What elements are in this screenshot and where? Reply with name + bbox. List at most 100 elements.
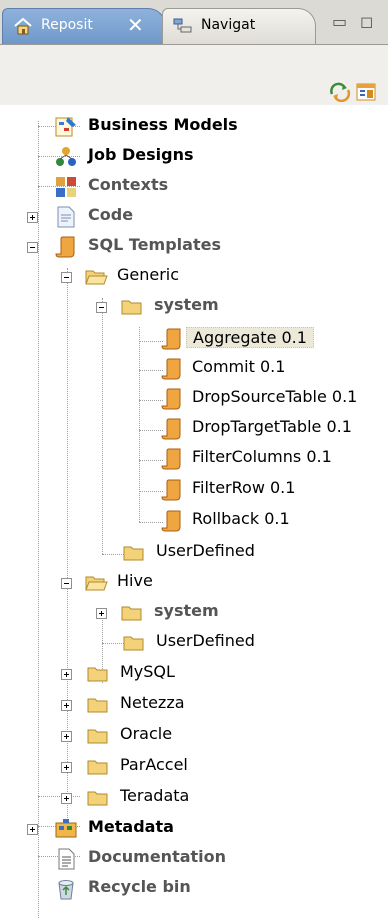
tab-navigator[interactable]: Navigat — [162, 8, 316, 44]
tree-item-mysql[interactable]: MySQL — [0, 660, 388, 690]
tree-item-label: Hive — [117, 571, 153, 590]
tree-item-label: FilterColumns 0.1 — [192, 447, 332, 466]
tab-label: Reposit — [41, 17, 93, 33]
tree-item-hive-userdefined[interactable]: UserDefined — [0, 629, 388, 659]
tree-item-label: Netezza — [120, 693, 185, 712]
tree-item-label: Aggregate 0.1 — [186, 327, 314, 348]
sql-templates-icon — [55, 236, 75, 258]
tree-item-paraccel[interactable]: ParAccel — [0, 753, 388, 783]
collapse-icon[interactable] — [61, 578, 72, 589]
tree-item-label: UserDefined — [156, 631, 255, 650]
expand-icon[interactable] — [61, 669, 72, 680]
tree-item-label: Contexts — [88, 175, 169, 194]
folder-icon — [87, 791, 108, 806]
documentation-icon — [58, 848, 75, 870]
tree-item-filter-columns[interactable]: FilterColumns 0.1 — [0, 445, 388, 475]
folder-icon — [87, 760, 108, 775]
tree-item-label: Teradata — [120, 786, 190, 805]
tree-item-label: SQL Templates — [88, 235, 221, 254]
tree-item-label: Commit 0.1 — [192, 357, 286, 376]
tree-item-documentation[interactable]: Documentation — [0, 845, 388, 875]
tree-item-label: MySQL — [120, 662, 175, 681]
tree-item-label: Job Designs — [88, 145, 194, 164]
expand-icon[interactable] — [96, 608, 107, 619]
tree-item-recycle-bin[interactable]: Recycle bin — [0, 875, 388, 905]
collapse-icon[interactable] — [96, 302, 107, 313]
view-menu-icon[interactable] — [356, 82, 378, 102]
expand-icon[interactable] — [61, 700, 72, 711]
folder-icon — [87, 729, 108, 744]
repository-home-icon — [14, 17, 32, 35]
recycle-bin-icon — [58, 880, 74, 900]
tree-item-label: Metadata — [88, 817, 174, 836]
close-icon[interactable]: ✕ — [127, 13, 144, 37]
expand-icon[interactable] — [27, 212, 38, 223]
tree-item-label: Business Models — [88, 115, 238, 134]
tree-item-business-models[interactable]: Business Models — [0, 113, 388, 143]
code-icon — [57, 206, 75, 228]
tree-item-system[interactable]: system — [0, 293, 388, 323]
sql-template-icon — [161, 358, 181, 380]
view-tab-bar: Reposit ✕ Navigat ▭ ◻ — [0, 0, 388, 45]
tree-item-label: Code — [88, 205, 134, 224]
tree-item-hive-system[interactable]: system — [0, 599, 388, 629]
tree-item-generic[interactable]: Generic — [0, 263, 388, 293]
contexts-icon — [56, 177, 76, 197]
tree-item-label: Recycle bin — [88, 877, 191, 896]
folder-icon — [123, 546, 144, 561]
tree-item-label: Rollback 0.1 — [192, 509, 290, 528]
minimize-icon[interactable]: ▭ — [332, 12, 347, 31]
tree-item-sql-templates[interactable]: SQL Templates — [0, 233, 388, 263]
folder-open-icon — [85, 576, 108, 591]
tree-item-commit[interactable]: Commit 0.1 — [0, 355, 388, 385]
tree-item-label: Documentation — [88, 847, 227, 866]
tree-item-drop-source-table[interactable]: DropSourceTable 0.1 — [0, 385, 388, 415]
tree-item-rollback[interactable]: Rollback 0.1 — [0, 507, 388, 537]
tree-item-netezza[interactable]: Netezza — [0, 691, 388, 721]
tree-item-label: UserDefined — [156, 541, 255, 560]
job-designs-icon — [56, 147, 76, 166]
tree-item-label: Generic — [117, 265, 180, 284]
business-models-icon — [55, 117, 76, 137]
refresh-icon[interactable] — [328, 82, 352, 102]
tree-item-userdefined[interactable]: UserDefined — [0, 539, 388, 569]
folder-icon — [121, 606, 142, 621]
tree-item-metadata[interactable]: Metadata — [0, 815, 388, 845]
tab-repository[interactable]: Reposit ✕ — [2, 8, 166, 44]
tree-item-oracle[interactable]: Oracle — [0, 722, 388, 752]
tree-item-label: DropTargetTable 0.1 — [192, 417, 352, 436]
sql-template-icon — [161, 479, 181, 501]
tree-item-aggregate[interactable]: Aggregate 0.1 — [0, 325, 388, 355]
tree-item-code[interactable]: Code — [0, 203, 388, 233]
tree-item-label: system — [154, 295, 219, 314]
maximize-icon[interactable]: ◻ — [360, 12, 373, 31]
sql-template-icon — [161, 388, 181, 410]
tab-label: Navigat — [201, 17, 256, 33]
sql-template-icon — [161, 328, 181, 350]
collapse-icon[interactable] — [61, 272, 72, 283]
tree-item-label: DropSourceTable 0.1 — [192, 387, 358, 406]
tree-item-filter-row[interactable]: FilterRow 0.1 — [0, 476, 388, 506]
expand-icon[interactable] — [61, 793, 72, 804]
tree-item-label: Oracle — [120, 724, 173, 743]
tree-item-hive[interactable]: Hive — [0, 569, 388, 599]
repository-tree: Business Models Job Designs Contexts Cod… — [0, 105, 388, 918]
tree-item-label: system — [154, 601, 219, 620]
tree-item-job-designs[interactable]: Job Designs — [0, 143, 388, 173]
tree-item-teradata[interactable]: Teradata — [0, 784, 388, 814]
expand-icon[interactable] — [27, 824, 38, 835]
metadata-icon — [55, 819, 77, 838]
tree-item-contexts[interactable]: Contexts — [0, 173, 388, 203]
navigator-icon — [173, 18, 192, 33]
folder-icon — [87, 667, 108, 682]
sql-template-icon — [161, 510, 181, 532]
collapse-icon[interactable] — [27, 242, 38, 253]
sql-template-icon — [161, 448, 181, 470]
expand-icon[interactable] — [61, 762, 72, 773]
folder-open-icon — [85, 270, 108, 285]
tree-item-drop-target-table[interactable]: DropTargetTable 0.1 — [0, 415, 388, 445]
folder-icon — [87, 698, 108, 713]
folder-icon — [123, 636, 144, 651]
folder-icon — [121, 300, 142, 315]
expand-icon[interactable] — [61, 731, 72, 742]
